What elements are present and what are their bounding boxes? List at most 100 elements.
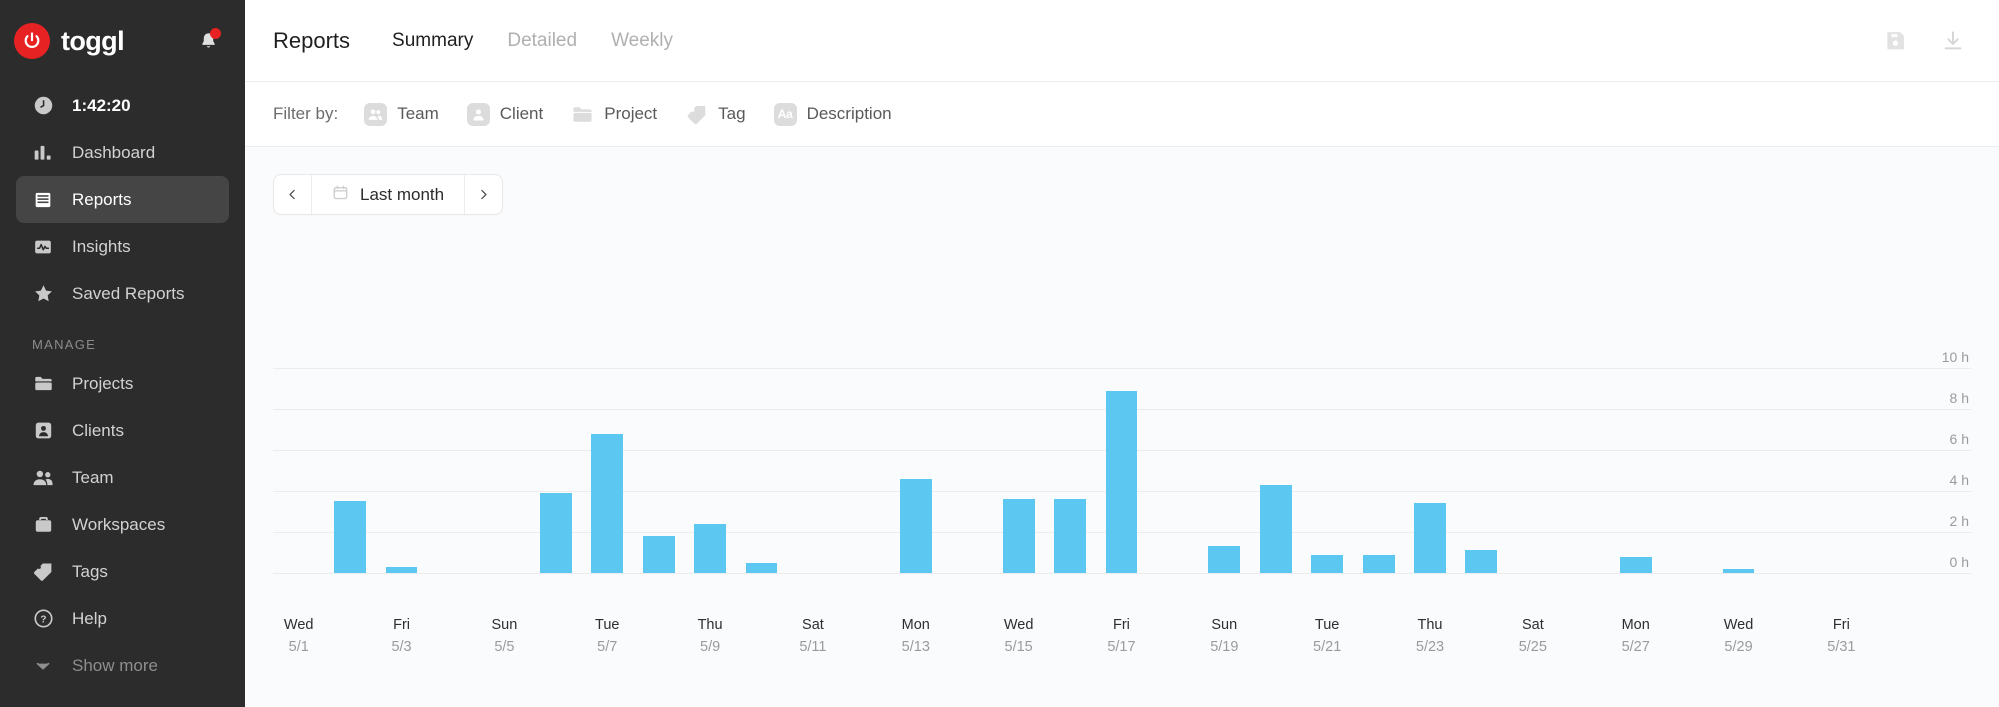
bell-icon[interactable] bbox=[193, 26, 223, 56]
chart-bar[interactable] bbox=[334, 501, 366, 573]
chart-bar[interactable] bbox=[540, 493, 572, 573]
chart-bar[interactable] bbox=[1260, 485, 1292, 573]
chart-bar[interactable] bbox=[1363, 555, 1395, 573]
filter-team[interactable]: Team bbox=[364, 103, 439, 126]
chart-bar-slot[interactable] bbox=[1301, 242, 1352, 573]
chart-bar-slot[interactable] bbox=[427, 242, 478, 573]
date-range-row: Last month bbox=[245, 147, 1999, 215]
chart-x-tick-day: Sat bbox=[1507, 614, 1558, 636]
chart-bar-slot[interactable] bbox=[1404, 242, 1455, 573]
sidebar-item-label: Saved Reports bbox=[72, 284, 184, 304]
chart-x-tick-day: Thu bbox=[684, 614, 735, 636]
chart-x-tick-date: 5/15 bbox=[993, 636, 1044, 658]
sidebar-item-saved-reports[interactable]: Saved Reports bbox=[16, 270, 229, 317]
chart-bar-slot[interactable] bbox=[479, 242, 530, 573]
chart-bar-slot[interactable] bbox=[1764, 242, 1815, 573]
chart-bar[interactable] bbox=[900, 479, 932, 573]
chart-x-tick-day: Fri bbox=[376, 614, 427, 636]
aa-text-icon: Aa bbox=[774, 103, 797, 126]
sidebar-item-tags[interactable]: Tags bbox=[16, 548, 229, 595]
chart-bar[interactable] bbox=[1414, 503, 1446, 573]
chart-bar-slot[interactable] bbox=[273, 242, 324, 573]
chart-x-tick-date: 5/27 bbox=[1610, 636, 1661, 658]
date-next-button[interactable] bbox=[464, 175, 502, 214]
chart-x-tick: Thu5/9 bbox=[684, 614, 735, 658]
chart-bar[interactable] bbox=[1723, 569, 1755, 573]
chart-bar-slot[interactable] bbox=[993, 242, 1044, 573]
chart-x-tick-day: Wed bbox=[993, 614, 1044, 636]
chart-bar[interactable] bbox=[386, 567, 418, 573]
chart-bars bbox=[273, 242, 1867, 573]
chart-bar-slot[interactable] bbox=[941, 242, 992, 573]
sidebar-item-dashboard[interactable]: Dashboard bbox=[16, 129, 229, 176]
chart-bar-slot[interactable] bbox=[787, 242, 838, 573]
chart-y-tick-label: 10 h bbox=[1942, 349, 1971, 368]
chart-bar-slot[interactable] bbox=[684, 242, 735, 573]
chart-bar-slot[interactable] bbox=[1559, 242, 1610, 573]
chart-bar-slot[interactable] bbox=[530, 242, 581, 573]
chart-x-tick-date: 5/3 bbox=[376, 636, 427, 658]
date-range-value: Last month bbox=[360, 185, 444, 205]
date-prev-button[interactable] bbox=[274, 175, 312, 214]
chart-bar[interactable] bbox=[1208, 546, 1240, 573]
chart-bar[interactable] bbox=[1003, 499, 1035, 573]
chart-bar-slot[interactable] bbox=[582, 242, 633, 573]
chart-x-tick-day: Mon bbox=[890, 614, 941, 636]
chart-bar-slot[interactable] bbox=[1816, 242, 1867, 573]
sidebar-item-help[interactable]: ? Help bbox=[16, 595, 229, 642]
chart-bar-slot[interactable] bbox=[1610, 242, 1661, 573]
chart-bar-slot[interactable] bbox=[736, 242, 787, 573]
chart-bar-slot[interactable] bbox=[1713, 242, 1764, 573]
sidebar-item-projects[interactable]: Projects bbox=[16, 360, 229, 407]
svg-text:?: ? bbox=[40, 615, 46, 626]
sidebar-item-insights[interactable]: Insights bbox=[16, 223, 229, 270]
tab-summary[interactable]: Summary bbox=[392, 30, 473, 52]
chart-x-tick-date: 5/13 bbox=[890, 636, 941, 658]
chart-bar-slot[interactable] bbox=[1456, 242, 1507, 573]
chart-bar-slot[interactable] bbox=[839, 242, 890, 573]
sidebar-item-clients[interactable]: Clients bbox=[16, 407, 229, 454]
sidebar-item-label: Dashboard bbox=[72, 143, 155, 163]
chart-bar-slot[interactable] bbox=[890, 242, 941, 573]
chart-bar[interactable] bbox=[1620, 557, 1652, 573]
chart-bar-slot[interactable] bbox=[633, 242, 684, 573]
sidebar-item-team[interactable]: Team bbox=[16, 454, 229, 501]
chart-bar[interactable] bbox=[1311, 555, 1343, 573]
sidebar-item-reports[interactable]: Reports bbox=[16, 176, 229, 223]
chart-bar-slot[interactable] bbox=[376, 242, 427, 573]
chart-x-tick-day: Fri bbox=[1816, 614, 1867, 636]
chart-bar[interactable] bbox=[591, 434, 623, 573]
download-report-button[interactable] bbox=[1939, 27, 1967, 55]
chart-x-tick-date: 5/21 bbox=[1301, 636, 1352, 658]
filter-chip-label: Team bbox=[397, 104, 439, 124]
chart-x-tick-date: 5/1 bbox=[273, 636, 324, 658]
brand-logo[interactable]: toggl bbox=[14, 23, 124, 59]
chart-bar-slot[interactable] bbox=[1353, 242, 1404, 573]
filter-description[interactable]: Aa Description bbox=[774, 103, 892, 126]
chart-bar-slot[interactable] bbox=[1096, 242, 1147, 573]
date-range-value-button[interactable]: Last month bbox=[312, 175, 464, 214]
filter-tag[interactable]: Tag bbox=[685, 103, 745, 126]
chart-bar-slot[interactable] bbox=[1044, 242, 1095, 573]
chart-bar-slot[interactable] bbox=[324, 242, 375, 573]
chart-bar[interactable] bbox=[746, 563, 778, 573]
chart-bar-slot[interactable] bbox=[1147, 242, 1198, 573]
chart-bar[interactable] bbox=[1106, 391, 1138, 573]
tab-detailed[interactable]: Detailed bbox=[507, 30, 577, 52]
save-report-button[interactable] bbox=[1881, 27, 1909, 55]
sidebar-timer[interactable]: 1:42:20 bbox=[16, 82, 229, 129]
chart-bar-slot[interactable] bbox=[1661, 242, 1712, 573]
chart-y-tick-label: 4 h bbox=[1950, 472, 1971, 491]
filter-project[interactable]: Project bbox=[571, 103, 657, 126]
tab-weekly[interactable]: Weekly bbox=[611, 30, 673, 52]
chart-bar-slot[interactable] bbox=[1250, 242, 1301, 573]
sidebar-item-workspaces[interactable]: Workspaces bbox=[16, 501, 229, 548]
chart-bar[interactable] bbox=[694, 524, 726, 573]
chart-bar-slot[interactable] bbox=[1199, 242, 1250, 573]
filter-client[interactable]: Client bbox=[467, 103, 543, 126]
sidebar-show-more[interactable]: Show more bbox=[16, 642, 229, 689]
chart-bar[interactable] bbox=[1054, 499, 1086, 573]
chart-bar[interactable] bbox=[643, 536, 675, 573]
chart-bar-slot[interactable] bbox=[1507, 242, 1558, 573]
chart-bar[interactable] bbox=[1465, 550, 1497, 573]
